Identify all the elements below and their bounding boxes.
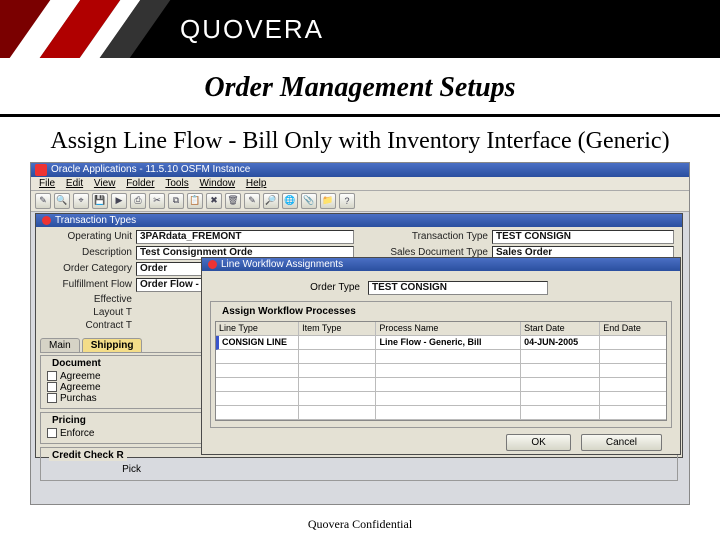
col-start-date: Start Date [521, 322, 600, 336]
window-icon [208, 260, 217, 269]
tb-edit-icon[interactable]: ✎ [244, 193, 260, 209]
chk-agreement1-label: Agreeme [60, 371, 101, 382]
cell-line-type[interactable]: CONSIGN LINE [216, 336, 299, 350]
lbl-fulfillment-flow: Fulfillment Flow [44, 279, 136, 290]
menu-view[interactable]: View [90, 178, 120, 189]
chk-enforce[interactable] [47, 428, 57, 438]
cell-item-type[interactable] [299, 336, 376, 350]
app-titlebar: Oracle Applications - 11.5.10 OSFM Insta… [31, 163, 689, 177]
chk-agreement2[interactable] [47, 382, 57, 392]
col-process-name: Process Name [376, 322, 521, 336]
menu-edit[interactable]: Edit [62, 178, 87, 189]
table-row[interactable] [216, 350, 666, 364]
cell-start-date[interactable]: 04-JUN-2005 [521, 336, 600, 350]
lbl-effective: Effective [44, 294, 136, 305]
tb-nav-icon[interactable]: ⌖ [73, 193, 89, 209]
legend-pricing: Pricing [49, 415, 89, 426]
menu-window[interactable]: Window [195, 178, 239, 189]
chk-agreement2-label: Agreeme [60, 382, 101, 393]
app-icon [35, 164, 47, 176]
legend-assign-workflow: Assign Workflow Processes [219, 306, 359, 317]
tb-folder-icon[interactable]: 📁 [320, 193, 336, 209]
tab-shipping[interactable]: Shipping [82, 338, 143, 352]
tb-paste-icon[interactable]: 📋 [187, 193, 203, 209]
cell-end-date[interactable] [600, 336, 666, 350]
tb-print-icon[interactable]: ⎙ [130, 193, 146, 209]
workflow-grid[interactable]: Line Type Item Type Process Name Start D… [215, 321, 667, 421]
inp-operating-unit[interactable]: 3PARdata_FREMONT [136, 230, 354, 244]
brand-logo: QUOVERA [180, 14, 324, 45]
col-line-type: Line Type [216, 322, 299, 336]
table-row[interactable]: CONSIGN LINE Line Flow - Generic, Bill 0… [216, 336, 666, 350]
chk-purchase-label: Purchas [60, 393, 97, 404]
lbl-order-category: Order Category [44, 263, 136, 274]
oracle-app-area: Oracle Applications - 11.5.10 OSFM Insta… [30, 162, 690, 505]
tt-window-titlebar[interactable]: Transaction Types [36, 214, 682, 227]
menubar[interactable]: File Edit View Folder Tools Window Help [31, 177, 689, 191]
lbl-layout: Layout T [44, 307, 136, 318]
lbl-order-type: Order Type [210, 282, 360, 293]
lbl-pick: Pick [49, 464, 145, 475]
footer-text: Quovera Confidential [0, 513, 720, 540]
tb-delete-icon[interactable]: 🗑 [225, 193, 241, 209]
ok-button[interactable]: OK [506, 434, 570, 451]
tb-help-icon[interactable]: ? [339, 193, 355, 209]
tb-save-icon[interactable]: 💾 [92, 193, 108, 209]
col-item-type: Item Type [299, 322, 376, 336]
tb-attach-icon[interactable]: 📎 [301, 193, 317, 209]
legend-credit: Credit Check R [49, 450, 127, 461]
tb-translate-icon[interactable]: 🌐 [282, 193, 298, 209]
table-row[interactable] [216, 392, 666, 406]
app-window-title: Oracle Applications - 11.5.10 OSFM Insta… [51, 164, 250, 175]
table-row[interactable] [216, 378, 666, 392]
tb-new-icon[interactable]: ✎ [35, 193, 51, 209]
lwa-window-titlebar[interactable]: Line Workflow Assignments [202, 258, 680, 271]
tb-cut-icon[interactable]: ✂ [149, 193, 165, 209]
tab-main[interactable]: Main [40, 338, 80, 352]
chk-enforce-label: Enforce [60, 428, 94, 439]
lwa-window-title: Line Workflow Assignments [221, 259, 343, 270]
tt-window-title: Transaction Types [55, 215, 136, 226]
lbl-operating-unit: Operating Unit [44, 231, 136, 242]
tb-next-icon[interactable]: ▶ [111, 193, 127, 209]
table-row[interactable] [216, 406, 666, 420]
col-end-date: End Date [600, 322, 666, 336]
cell-process-name[interactable]: Line Flow - Generic, Bill [376, 336, 521, 350]
window-icon [42, 216, 51, 225]
brand-stripes [0, 0, 170, 58]
tb-find-icon[interactable]: 🔍 [54, 193, 70, 209]
legend-document: Document [49, 358, 104, 369]
lbl-contract: Contract T [44, 320, 136, 331]
menu-file[interactable]: File [35, 178, 59, 189]
menu-folder[interactable]: Folder [122, 178, 158, 189]
menu-help[interactable]: Help [242, 178, 271, 189]
inp-transaction-type[interactable]: TEST CONSIGN [492, 230, 674, 244]
chk-agreement1[interactable] [47, 371, 57, 381]
fieldset-assign-workflow: Assign Workflow Processes Line Type Item… [210, 301, 672, 428]
cancel-button[interactable]: Cancel [581, 434, 662, 451]
inp-order-type[interactable]: TEST CONSIGN [368, 281, 548, 295]
table-row[interactable] [216, 364, 666, 378]
tb-copy-icon[interactable]: ⧉ [168, 193, 184, 209]
line-workflow-window: Line Workflow Assignments Order Type TES… [201, 257, 681, 455]
tb-zoom-icon[interactable]: 🔎 [263, 193, 279, 209]
toolbar: ✎ 🔍 ⌖ 💾 ▶ ⎙ ✂ ⧉ 📋 ✖ 🗑 ✎ 🔎 🌐 📎 📁 ? [31, 191, 689, 212]
brand-bar: QUOVERA [0, 0, 720, 58]
lbl-transaction-type: Transaction Type [364, 231, 492, 242]
tb-clear-icon[interactable]: ✖ [206, 193, 222, 209]
slide-subtitle: Assign Line Flow - Bill Only with Invent… [0, 117, 720, 162]
menu-tools[interactable]: Tools [161, 178, 192, 189]
lbl-description: Description [44, 247, 136, 258]
slide-title: Order Management Setups [0, 58, 720, 117]
chk-purchase[interactable] [47, 393, 57, 403]
